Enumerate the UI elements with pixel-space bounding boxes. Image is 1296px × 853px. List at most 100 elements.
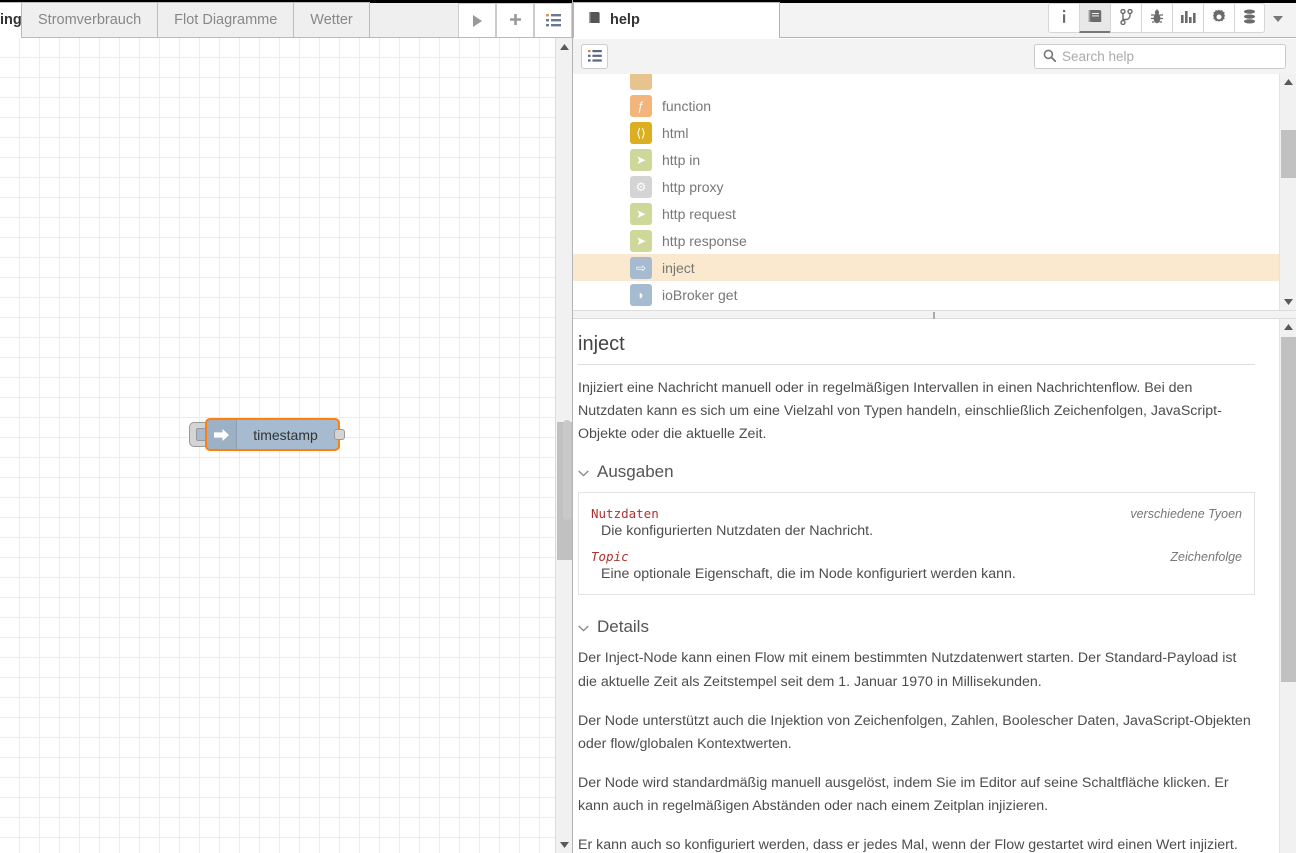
chart-dashboard-icon — [1180, 10, 1196, 27]
node-list-item-label: http proxy — [662, 178, 724, 195]
sidebar-tool-help[interactable] — [1079, 3, 1110, 33]
property-description: Eine optionale Eigenschaft, die im Node … — [601, 566, 1016, 583]
property-type: Zeichenfolge — [1170, 550, 1242, 565]
inject-node[interactable]: timestamp — [189, 418, 345, 451]
play-arrow-icon — [471, 14, 484, 28]
help-node-list[interactable]: ƒ function ⟨⟩ html ➤ http in ⚙ http proxy ➤ http … — [573, 74, 1280, 310]
flow-tab-1[interactable]: Stromverbrauch — [22, 2, 159, 37]
node-icon — [630, 74, 652, 90]
node-list-item-http-request[interactable]: ➤ http request — [573, 200, 1280, 227]
help-scroll-up-icon[interactable] — [1280, 319, 1296, 335]
help-search-box[interactable] — [1034, 44, 1286, 69]
property-row: Topic Zeichenfolge — [591, 549, 1242, 564]
node-list-scrollbar[interactable] — [1279, 74, 1296, 310]
sidebar-tool-context[interactable] — [1234, 3, 1265, 33]
chevron-down-icon — [578, 465, 589, 480]
flow-canvas[interactable]: timestamp — [0, 38, 555, 853]
html-icon: ⟨⟩ — [630, 121, 652, 144]
scroll-down-arrow-icon[interactable] — [556, 836, 573, 853]
chevron-down-icon — [1273, 10, 1283, 26]
details-section-header[interactable]: Details — [578, 617, 1255, 637]
node-list-toggle-button[interactable] — [581, 44, 608, 69]
divider-grip[interactable] — [933, 312, 935, 319]
add-tab-button[interactable] — [496, 3, 534, 37]
sidebar-tool-config[interactable] — [1203, 3, 1234, 33]
search-input[interactable] — [1062, 49, 1277, 64]
panel-resize-divider[interactable] — [573, 310, 1296, 319]
node-list-item-ioBroker-get[interactable]: ◗ ioBroker get — [573, 281, 1280, 308]
help-document: inject Injiziert eine Nachricht manuell … — [573, 319, 1280, 853]
node-list-item-html[interactable]: ⟨⟩ html — [573, 119, 1280, 146]
help-document-scrollbar[interactable] — [1279, 319, 1296, 853]
node-list-item-label: ioBroker get — [662, 286, 738, 303]
http-in-icon: ➤ — [630, 148, 652, 171]
sidebar-tool-buttons — [1048, 3, 1296, 33]
details-paragraph: Der Inject-Node kann einen Flow mit eine… — [578, 650, 1237, 690]
node-list-scroll-thumb[interactable] — [1281, 130, 1296, 178]
sidebar-tool-projects[interactable] — [1110, 3, 1141, 33]
help-doc-intro: Injiziert eine Nachricht manuell oder in… — [578, 380, 1222, 443]
help-toolbar — [573, 39, 1296, 74]
database-context-icon — [1242, 9, 1257, 28]
list-tabs-button[interactable] — [534, 3, 572, 37]
node-list-item-http-proxy[interactable]: ⚙ http proxy — [573, 173, 1280, 200]
chevron-down-icon — [578, 620, 589, 635]
flow-tab-2-label: Flot Diagramme — [174, 12, 278, 28]
help-scroll-thumb[interactable] — [1281, 337, 1296, 682]
property-description: Die konfigurierten Nutzdaten der Nachric… — [601, 523, 874, 540]
canvas-inner-scroll-thumb[interactable] — [563, 420, 571, 520]
flow-tab-3-label: Wetter — [310, 12, 353, 28]
list-tabs-icon — [545, 14, 561, 27]
git-branch-icon — [1119, 8, 1133, 28]
sidebar-menu-caret-button[interactable] — [1265, 3, 1291, 33]
outputs-section-title: Ausgaben — [597, 462, 674, 482]
info-icon — [1057, 9, 1071, 28]
http-request-icon: ➤ — [630, 202, 652, 225]
flow-tab-0[interactable]: ing — [0, 2, 22, 38]
workspace: ing Stromverbrauch Flot Diagramme Wetter — [0, 0, 572, 853]
scroll-up-arrow-icon[interactable] — [556, 38, 573, 55]
tab-bar-spacer — [369, 2, 458, 37]
flow-tab-1-label: Stromverbrauch — [38, 12, 142, 28]
bug-debug-icon — [1150, 8, 1164, 28]
sidebar-tab-help[interactable]: help — [573, 2, 780, 38]
property-type: verschiedene Tyoen — [1130, 507, 1242, 522]
details-paragraph: Der Node wird standardmäßig manuell ausg… — [578, 774, 1229, 815]
sidebar: help Search help ƒ function ⟨⟩ html ➤ ht… — [572, 0, 1296, 853]
book-help-icon — [1087, 9, 1103, 27]
node-list-item-inject[interactable]: ⇨ inject — [573, 254, 1280, 281]
node-list-item-label: http in — [662, 151, 701, 168]
node-list-item[interactable] — [573, 74, 1280, 92]
node-body[interactable]: timestamp — [205, 418, 340, 451]
search-icon — [1043, 49, 1057, 65]
inject-node-icon — [207, 420, 237, 449]
inject-icon: ⇨ — [630, 256, 652, 279]
scroll-tabs-right-button[interactable] — [458, 3, 496, 37]
flow-tab-bar: ing Stromverbrauch Flot Diagramme Wetter — [0, 0, 572, 38]
book-icon — [588, 11, 602, 29]
gear-config-icon — [1211, 9, 1227, 28]
add-tab-icon — [508, 13, 523, 28]
sidebar-header: help — [573, 0, 1296, 38]
property-row: Nutzdaten verschiedene Tyoen — [591, 506, 1242, 521]
sidebar-tool-dashboard[interactable] — [1172, 3, 1203, 33]
node-list-scroll-up-icon[interactable] — [1280, 74, 1296, 90]
sidebar-tool-debug[interactable] — [1141, 3, 1172, 33]
sidebar-tab-help-label: help — [610, 12, 640, 28]
node-list-item-label: http response — [662, 232, 747, 249]
node-output-port[interactable] — [334, 429, 345, 440]
node-list-item-http-in[interactable]: ➤ http in — [573, 146, 1280, 173]
node-label: timestamp — [253, 426, 318, 443]
node-list-item-label: http request — [662, 205, 736, 222]
flow-tab-2[interactable]: Flot Diagramme — [158, 2, 295, 37]
flow-tab-3[interactable]: Wetter — [294, 2, 370, 37]
flow-tab-0-label: ing — [0, 12, 22, 28]
node-list-item-label: html — [662, 124, 689, 141]
node-list-toggle-icon — [587, 49, 602, 65]
ioBroker-get-icon: ◗ — [630, 283, 652, 306]
node-list-item-http-response[interactable]: ➤ http response — [573, 227, 1280, 254]
sidebar-tool-info[interactable] — [1048, 3, 1079, 33]
node-list-scroll-down-icon[interactable] — [1280, 294, 1296, 310]
node-list-item-function[interactable]: ƒ function — [573, 92, 1280, 119]
outputs-section-header[interactable]: Ausgaben — [578, 462, 1255, 482]
